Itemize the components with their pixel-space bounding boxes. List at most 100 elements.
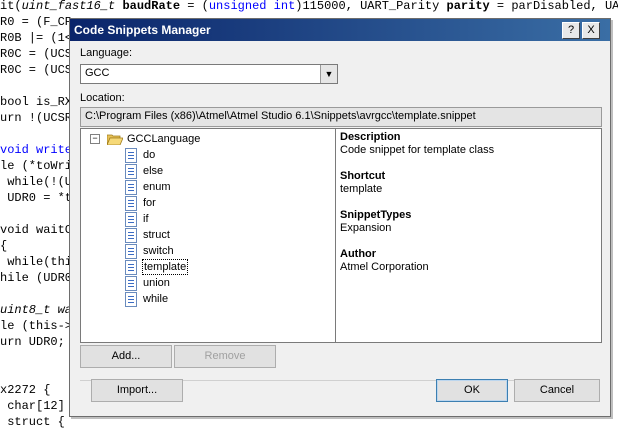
snippet-tree[interactable]: − GCCLanguage do else enum for if struct switc…: [80, 128, 336, 343]
tree-item-label: template: [142, 259, 189, 275]
tree-item-do[interactable]: do: [81, 147, 331, 163]
code-token: = (: [180, 0, 209, 13]
code-token: UDR0 = *t: [0, 191, 73, 205]
code-token: R0C = (UCS: [0, 63, 73, 77]
shortcut-heading: Shortcut: [340, 170, 386, 182]
code-line: it(uint_fast16_t baudRate = (unsigned in…: [0, 0, 618, 14]
code-line: urn UDR0;: [0, 334, 65, 350]
code-token: hile (UDR0: [0, 271, 73, 285]
snippet-file-icon: [125, 244, 137, 259]
tree-item-label: for: [143, 197, 156, 209]
code-line: urn !(UCSR: [0, 110, 72, 126]
tree-item-label: if: [143, 213, 149, 225]
snippet-file-icon: [125, 180, 137, 195]
close-button[interactable]: X: [582, 22, 600, 39]
code-line: R0B |= (1<: [0, 30, 72, 46]
snippet-file-icon: [125, 164, 137, 179]
code-snippets-manager-dialog: Code Snippets Manager ? X Language: GCC …: [69, 18, 611, 417]
code-token: char[12]: [0, 399, 65, 413]
code-token: UART_Parity: [360, 0, 440, 13]
tree-item-else[interactable]: else: [81, 163, 331, 179]
tree-item-enum[interactable]: enum: [81, 179, 331, 195]
tree-item-template[interactable]: template: [81, 259, 331, 275]
code-token: x2272 {: [0, 383, 51, 397]
location-label: Location:: [80, 92, 125, 104]
tree-root-label: GCCLanguage: [127, 133, 201, 145]
add-button[interactable]: Add...: [80, 345, 172, 368]
author-heading: Author: [340, 248, 377, 260]
snippet-file-icon: [125, 212, 137, 227]
collapse-icon[interactable]: −: [90, 134, 100, 144]
code-token: while(thi: [0, 255, 73, 269]
code-token: uint_fast16_t: [21, 0, 116, 13]
ok-button[interactable]: OK: [436, 379, 508, 402]
code-line: bool is_RX: [0, 94, 72, 110]
location-value: C:\Program Files (x86)\Atmel\Atmel Studi…: [85, 110, 476, 122]
tree-item-struct[interactable]: struct: [81, 227, 331, 243]
snippet-file-icon: [125, 292, 137, 307]
chevron-down-icon[interactable]: ▼: [320, 65, 337, 83]
code-token: parity: [446, 0, 490, 13]
code-line: hile (UDR0: [0, 270, 72, 286]
language-value: GCC: [85, 67, 110, 79]
tree-item-while[interactable]: while: [81, 291, 331, 307]
language-select[interactable]: GCC ▼: [80, 64, 338, 84]
code-token: R0C = (UCS: [0, 47, 73, 61]
snippet-file-icon: [125, 228, 137, 243]
code-token: uint8_t wa: [0, 303, 73, 317]
tree-item-label: else: [143, 165, 164, 177]
tree-item-label: struct: [143, 229, 170, 241]
folder-open-icon: [107, 134, 123, 145]
language-label: Language:: [80, 47, 132, 59]
snippet-types-value: Expansion: [340, 222, 392, 234]
snippet-file-icon: [125, 196, 137, 211]
shortcut-value: template: [340, 183, 383, 195]
code-token: {: [0, 239, 8, 253]
code-line: uint8_t wa: [0, 302, 72, 318]
code-line: void write: [0, 142, 72, 158]
snippet-details-panel: Description Code snippet for template cl…: [335, 128, 602, 343]
code-line: R0 = (F_CP: [0, 14, 72, 30]
code-line: R0C = (UCS: [0, 46, 72, 62]
code-token: unsigned int: [208, 0, 296, 13]
dialog-title: Code Snippets Manager: [74, 23, 211, 37]
code-token: urn !(UCSR: [0, 111, 73, 125]
snippet-file-icon: [125, 260, 137, 275]
code-token: le (this->: [0, 319, 73, 333]
code-token: baudRate: [122, 0, 181, 13]
code-line: {: [0, 238, 7, 254]
tree-item-for[interactable]: for: [81, 195, 331, 211]
code-token: void waitC: [0, 223, 73, 237]
code-token: urn UDR0;: [0, 335, 65, 349]
help-button[interactable]: ?: [562, 22, 580, 39]
description-heading: Description: [340, 131, 401, 143]
import-button[interactable]: Import...: [91, 379, 183, 402]
tree-item-label: while: [143, 293, 169, 305]
tree-root-gcclanguage[interactable]: − GCCLanguage: [81, 131, 331, 147]
dialog-titlebar[interactable]: Code Snippets Manager ? X: [70, 19, 610, 41]
code-token: R0B |= (1<: [0, 31, 73, 45]
location-field[interactable]: C:\Program Files (x86)\Atmel\Atmel Studi…: [80, 107, 602, 127]
code-token: it(: [0, 0, 22, 13]
tree-item-switch[interactable]: switch: [81, 243, 331, 259]
code-token: while(!(U: [0, 175, 73, 189]
code-line: void waitC: [0, 222, 72, 238]
tree-item-label: enum: [143, 181, 171, 193]
cancel-button[interactable]: Cancel: [514, 379, 600, 402]
tree-item-label: switch: [143, 245, 174, 257]
snippet-types-heading: SnippetTypes: [340, 209, 412, 221]
code-line: R0C = (UCS: [0, 62, 72, 78]
code-line: while(!(U: [0, 174, 72, 190]
code-line: UDR0 = *t: [0, 190, 72, 206]
code-token: )115000,: [295, 0, 361, 13]
code-token: R0 = (F_CP: [0, 15, 73, 29]
remove-button[interactable]: Remove: [174, 345, 276, 368]
code-token: void write: [0, 143, 73, 157]
code-token: struct {: [0, 415, 65, 429]
code-line: le (*toWri: [0, 158, 72, 174]
tree-item-union[interactable]: union: [81, 275, 331, 291]
code-line: while(thi: [0, 254, 72, 270]
code-line: le (this->: [0, 318, 72, 334]
tree-item-if[interactable]: if: [81, 211, 331, 227]
